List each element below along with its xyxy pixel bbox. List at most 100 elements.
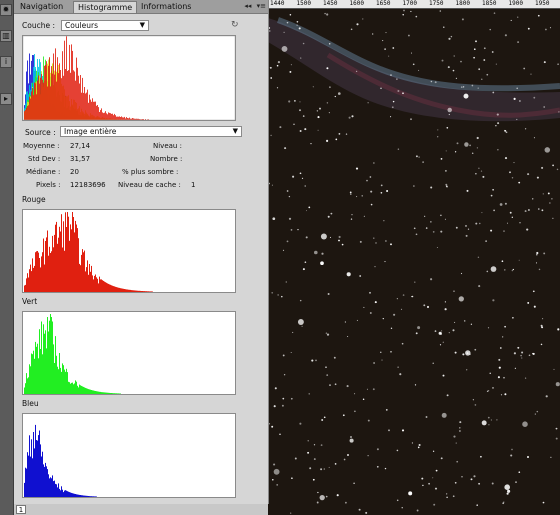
nebula-starfield [268, 9, 560, 514]
histogram-bar [57, 243, 58, 292]
histogram-bar [71, 44, 72, 120]
histogram-bar [116, 393, 117, 394]
star [426, 305, 430, 309]
refresh-icon[interactable]: ↻ [231, 20, 239, 30]
star [399, 373, 402, 376]
star [509, 211, 512, 214]
histogram-bar [39, 258, 40, 292]
star [366, 179, 368, 182]
star [417, 446, 420, 449]
star [296, 20, 299, 23]
histogram-bar [81, 495, 82, 497]
star [511, 449, 513, 451]
star [446, 394, 449, 397]
star [511, 216, 513, 218]
histogram-bar [83, 252, 84, 292]
horizontal-ruler: 1440 1500 1450 1600 1650 1700 1750 1800 1850 1900… [268, 0, 560, 9]
histogram-bar [87, 495, 88, 497]
star [543, 252, 546, 255]
star [487, 327, 490, 329]
histogram-bar [94, 496, 95, 497]
histogram-bar [34, 265, 35, 292]
star [454, 321, 456, 323]
star [549, 202, 551, 204]
actions-icon[interactable]: ▸ [0, 93, 12, 105]
star [501, 260, 504, 263]
star [319, 494, 325, 501]
star [358, 508, 361, 511]
histogram-bar [61, 78, 62, 120]
histogram-bar [106, 392, 107, 394]
histogram-bar [123, 117, 124, 120]
histogram-bar [81, 385, 82, 394]
histogram-bar [68, 381, 69, 394]
star [441, 330, 443, 332]
histogram-bar [92, 275, 93, 292]
histogram-bar [62, 247, 63, 292]
image-canvas[interactable] [268, 0, 560, 515]
info-icon[interactable]: i [0, 56, 12, 68]
star [543, 106, 546, 108]
star [312, 478, 315, 481]
star [302, 115, 305, 117]
star [506, 222, 509, 224]
histogram-bar [118, 393, 119, 394]
tab-navigation[interactable]: Navigation [16, 1, 67, 13]
histogram-bar [29, 269, 30, 292]
star [348, 116, 351, 119]
histogram-bar [28, 105, 29, 120]
histogram-bar [63, 75, 64, 120]
star [288, 195, 291, 198]
source-select[interactable]: Image entière ▼ [60, 126, 242, 137]
histogram-bar [30, 456, 31, 497]
star [350, 218, 353, 220]
star [380, 191, 383, 194]
tab-informations[interactable]: Informations [137, 1, 195, 13]
star [312, 86, 314, 88]
star [517, 16, 519, 18]
histogram-bar [54, 363, 55, 394]
star [373, 162, 375, 164]
star [401, 429, 405, 432]
histogram-bar [84, 87, 85, 120]
star [326, 333, 330, 336]
star [469, 144, 471, 147]
histogram-bar [77, 385, 78, 394]
star [356, 319, 358, 321]
histogram-bar [75, 80, 76, 120]
star [490, 229, 493, 232]
star [452, 495, 455, 498]
histogram-bar [28, 277, 29, 292]
histogram-bar [124, 116, 125, 120]
histogram-bar [30, 264, 31, 292]
star [376, 448, 379, 451]
histogram-bar [31, 91, 32, 120]
histogram-bar [79, 263, 80, 292]
channel-select[interactable]: Couleurs ▼ [61, 20, 149, 31]
cache-level-value: 1 [191, 181, 196, 189]
histogram-bar [110, 113, 111, 120]
tab-histogramme[interactable]: Histogramme [73, 1, 138, 13]
histogram-bar [108, 283, 109, 292]
star [465, 350, 471, 356]
histogram-bar [78, 387, 79, 394]
star [490, 266, 497, 272]
star [542, 501, 545, 504]
histogram-icon[interactable]: ▥ [0, 30, 12, 42]
histogram-bar [41, 74, 42, 120]
star [326, 13, 329, 16]
navigator-icon[interactable]: ✹ [0, 4, 12, 16]
histogram-bar [115, 393, 116, 394]
histogram-bar [49, 57, 50, 120]
star [282, 354, 285, 357]
star [486, 270, 489, 273]
histogram-bar [70, 492, 71, 497]
histogram-bar [129, 117, 130, 120]
histogram-bar [76, 57, 77, 120]
collapse-icon[interactable]: ◂◂ [244, 2, 251, 10]
histogram-bar [72, 493, 73, 497]
histogram-bar [86, 92, 87, 120]
menu-icon[interactable]: ▾≡ [257, 2, 266, 10]
star [432, 362, 434, 364]
star [516, 87, 518, 90]
